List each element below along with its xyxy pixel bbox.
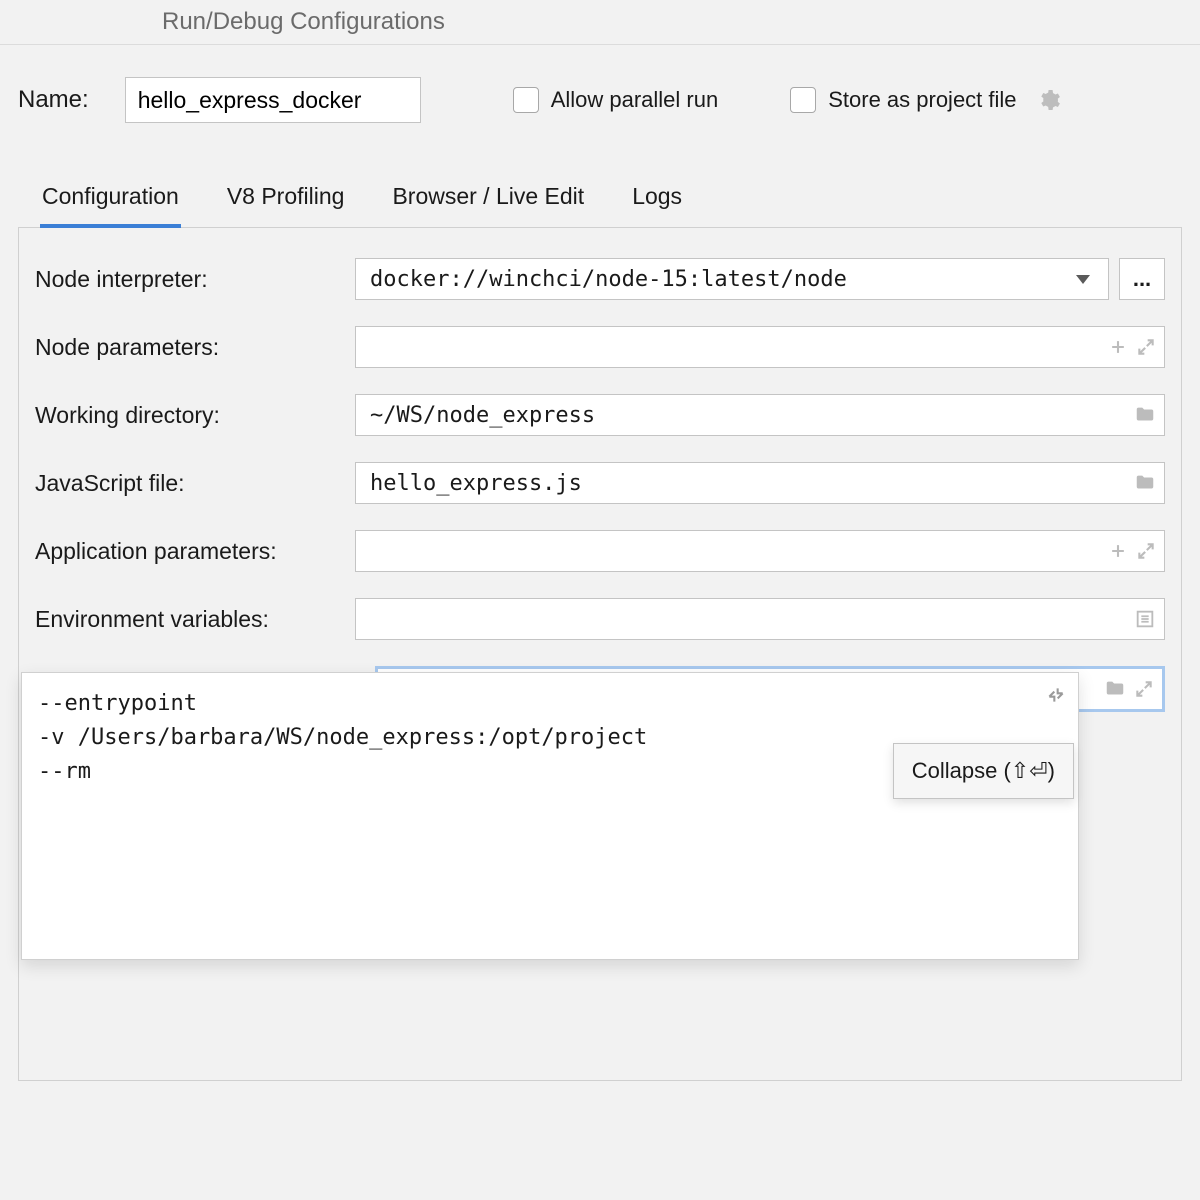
node-interpreter-value: docker://winchci/node-15:latest/node xyxy=(370,267,1066,292)
node-interpreter-dropdown[interactable]: docker://winchci/node-15:latest/node xyxy=(355,258,1109,300)
docker-settings-expanded-text: --entrypoint -v /Users/barbara/WS/node_e… xyxy=(38,691,647,784)
working-directory-input[interactable]: ~/WS/node_express xyxy=(355,394,1165,436)
docker-settings-expanded[interactable]: --entrypoint -v /Users/barbara/WS/node_e… xyxy=(21,672,1079,960)
expand-icon[interactable] xyxy=(1136,541,1156,561)
store-project-checkbox[interactable] xyxy=(790,87,816,113)
tab-logs[interactable]: Logs xyxy=(630,171,684,227)
node-interpreter-label: Node interpreter: xyxy=(35,266,355,293)
plus-icon[interactable] xyxy=(1108,541,1128,561)
configuration-panel: Node interpreter: docker://winchci/node-… xyxy=(18,228,1182,1081)
environment-variables-label: Environment variables: xyxy=(35,606,355,633)
tab-browser-live-edit[interactable]: Browser / Live Edit xyxy=(390,171,586,227)
application-parameters-label: Application parameters: xyxy=(35,538,355,565)
node-parameters-input[interactable] xyxy=(355,326,1165,368)
allow-parallel-checkbox[interactable] xyxy=(513,87,539,113)
application-parameters-input[interactable] xyxy=(355,530,1165,572)
node-parameters-label: Node parameters: xyxy=(35,334,355,361)
store-project-label: Store as project file xyxy=(828,87,1016,113)
javascript-file-input[interactable]: hello_express.js xyxy=(355,462,1165,504)
chevron-down-icon xyxy=(1076,275,1090,284)
environment-variables-input[interactable] xyxy=(355,598,1165,640)
folder-icon[interactable] xyxy=(1134,472,1156,494)
dialog-title: Run/Debug Configurations xyxy=(0,0,1200,45)
collapse-icon[interactable] xyxy=(1046,685,1066,705)
javascript-file-label: JavaScript file: xyxy=(35,470,355,497)
javascript-file-value: hello_express.js xyxy=(370,471,1134,496)
tabs: Configuration V8 Profiling Browser / Liv… xyxy=(18,171,1182,228)
tab-configuration[interactable]: Configuration xyxy=(40,171,181,228)
name-label: Name: xyxy=(18,86,89,114)
name-input[interactable] xyxy=(125,77,421,123)
gear-icon[interactable] xyxy=(1037,88,1061,112)
folder-icon[interactable] xyxy=(1134,404,1156,426)
allow-parallel-label: Allow parallel run xyxy=(551,87,719,113)
tab-v8-profiling[interactable]: V8 Profiling xyxy=(225,171,347,227)
folder-icon[interactable] xyxy=(1104,678,1126,700)
node-interpreter-browse-button[interactable]: ... xyxy=(1119,258,1165,300)
working-directory-value: ~/WS/node_express xyxy=(370,403,1134,428)
list-icon[interactable] xyxy=(1134,608,1156,630)
collapse-tooltip: Collapse (⇧⏎) xyxy=(893,743,1074,799)
expand-icon[interactable] xyxy=(1134,679,1154,699)
expand-icon[interactable] xyxy=(1136,337,1156,357)
working-directory-label: Working directory: xyxy=(35,402,355,429)
plus-icon[interactable] xyxy=(1108,337,1128,357)
